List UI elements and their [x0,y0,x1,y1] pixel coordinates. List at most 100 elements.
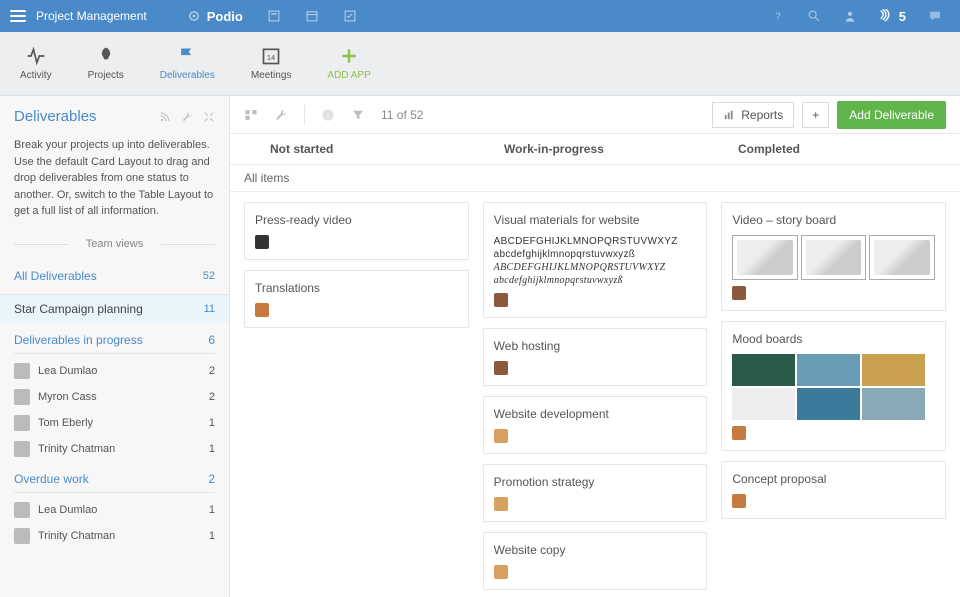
kanban-card[interactable]: Visual materials for website ABCDEFGHIJK… [483,202,708,318]
app-meetings[interactable]: 14 Meetings [251,46,292,81]
filter-icon[interactable] [351,108,365,122]
kanban-card[interactable]: Website copy [483,532,708,590]
card-avatar [732,494,746,508]
person-row[interactable]: Lea Dumlao 1 [14,497,215,523]
card-avatar [732,286,746,300]
column-header: Not started [244,142,478,156]
brand-logo[interactable]: Podio [187,9,243,24]
pulse-icon [26,46,46,66]
kanban-board: Not started Work-in-progress Completed A… [230,134,960,597]
card-avatar [494,497,508,511]
add-widget-button[interactable]: + [802,102,829,128]
broadcast-icon [879,9,893,23]
add-deliverable-button[interactable]: Add Deliverable [837,101,946,129]
person-name: Trinity Chatman [38,443,115,455]
tasks-top-icon[interactable] [343,9,357,23]
person-count: 2 [209,391,215,403]
brand-label: Podio [207,9,243,24]
card-preview-moodboard [732,354,935,420]
kanban-card[interactable]: Mood boards [721,321,946,451]
person-row[interactable]: Trinity Chatman1 [14,523,215,549]
all-items-row[interactable]: All items [230,165,960,192]
card-avatar [494,361,508,375]
card-avatar [494,429,508,443]
app-bar: Activity Projects Deliverables 14 Meetin… [0,32,960,96]
person-name: Trinity Chatman [38,530,115,542]
kanban-card[interactable]: Web hosting [483,328,708,386]
content-area: i 11 of 52 Reports + Add Deliverable Not… [230,96,960,597]
workspace-title[interactable]: Project Management [36,9,147,23]
person-name: Lea Dumlao [38,504,97,516]
sidebar-title[interactable]: Deliverables [14,108,97,125]
kanban-card[interactable]: Website development [483,396,708,454]
card-avatar [732,426,746,440]
svg-text:?: ? [775,12,781,23]
help-icon[interactable]: ? [771,9,785,23]
column-completed: Video – story board Mood boards Concept … [721,202,946,590]
reports-icon [723,109,735,121]
wrench-icon[interactable] [181,111,193,123]
kanban-card[interactable]: Press-ready video [244,202,469,260]
person-count: 1 [209,417,215,429]
layout-card-icon[interactable] [244,108,258,122]
card-title: Concept proposal [732,472,935,486]
app-activity[interactable]: Activity [20,46,52,81]
view-star-campaign[interactable]: Star Campaign planning 11 [0,295,229,323]
kanban-card[interactable]: Concept proposal [721,461,946,519]
app-activity-label: Activity [20,70,52,81]
activity-stream-icon[interactable] [267,9,281,23]
section-title: Deliverables in progress [14,333,143,347]
rss-icon[interactable] [159,111,171,123]
kanban-card[interactable]: Translations [244,270,469,328]
kanban-card[interactable]: Video – story board [721,202,946,311]
expand-icon[interactable] [203,111,215,123]
chat-icon[interactable] [928,9,942,23]
card-title: Mood boards [732,332,935,346]
kanban-card[interactable]: Promotion strategy [483,464,708,522]
view-count: 52 [203,270,215,282]
section-overdue[interactable]: Overdue work 2 [14,462,215,493]
view-all-deliverables[interactable]: All Deliverables 52 [14,262,215,290]
rocket-icon [96,46,116,66]
item-count: 11 of 52 [381,108,423,122]
section-in-progress[interactable]: Deliverables in progress 6 [14,323,215,354]
card-avatar [255,235,269,249]
svg-text:i: i [327,110,329,119]
menu-icon[interactable] [10,8,26,24]
app-meetings-label: Meetings [251,70,292,81]
person-row[interactable]: Myron Cass 2 [14,384,215,410]
card-title: Video – story board [732,213,935,227]
person-row[interactable]: Tom Eberly 1 [14,410,215,436]
reports-label: Reports [741,108,783,122]
search-icon[interactable] [807,9,821,23]
calendar-top-icon[interactable] [305,9,319,23]
top-bar: Project Management Podio ? 5 [0,0,960,32]
podio-icon [187,9,201,23]
person-name: Myron Cass [38,391,97,403]
reports-button[interactable]: Reports [712,102,794,128]
profile-icon[interactable] [843,9,857,23]
notifications[interactable]: 5 [879,9,906,24]
person-row[interactable]: Trinity Chatman 1 [14,436,215,462]
person-name: Tom Eberly [38,417,93,429]
card-title: Website development [494,407,697,421]
person-count: 1 [209,443,215,455]
person-row[interactable]: Lea Dumlao2 [14,358,215,384]
person-count: 1 [209,504,215,516]
app-deliverables[interactable]: Deliverables [160,46,215,81]
sidebar: Deliverables Break your projects up into… [0,96,230,597]
app-projects[interactable]: Projects [88,46,124,81]
card-title: Press-ready video [255,213,458,227]
settings-toolbar-icon[interactable] [274,108,288,122]
card-title: Translations [255,281,458,295]
team-views-header: Team views [14,238,215,250]
info-icon[interactable]: i [321,108,335,122]
section-count: 2 [208,472,215,486]
card-avatar [494,565,508,579]
add-app[interactable]: ADD APP [327,46,370,81]
card-avatar [494,293,508,307]
person-count: 2 [209,365,215,377]
add-app-label: ADD APP [327,70,370,81]
card-preview-storyboard [732,235,935,280]
card-preview-typography: ABCDEFGHIJKLMNOPQRSTUVWXYZ abcdefghijklm… [494,235,697,287]
